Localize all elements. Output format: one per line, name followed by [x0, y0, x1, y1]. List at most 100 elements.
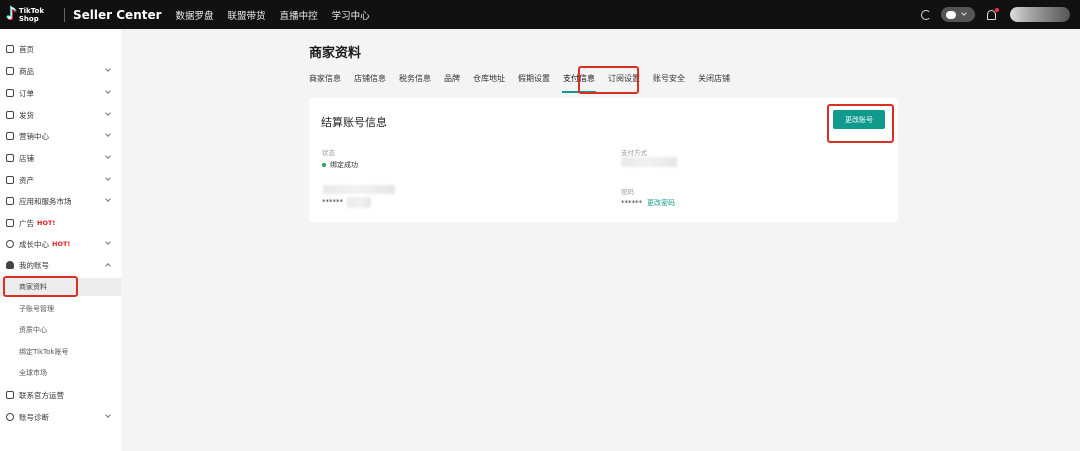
sidebar-item-label: 应用和服务市场	[19, 196, 72, 206]
notification-dot	[995, 7, 999, 12]
highlight-box-tab	[578, 66, 639, 94]
sidebar-item-contact-operations[interactable]: 联系官方运营	[0, 386, 121, 404]
sidebar-item-label: 广告	[19, 218, 34, 228]
sidebar-item-label: 联系官方运营	[19, 390, 64, 400]
sidebar-item-my-account[interactable]: 我的账号	[0, 256, 121, 274]
sidebar-item-ads[interactable]: 广告 HOT!	[0, 214, 121, 232]
sidebar-item-store[interactable]: 店铺	[0, 149, 121, 167]
seller-center-title: Seller Center	[73, 7, 162, 22]
top-nav: 数据罗盘 联盟带货 直播中控 学习中心	[176, 8, 384, 22]
sidebar-item-account-diagnosis[interactable]: 账号诊断	[0, 408, 121, 426]
logo-text-line1: TikTok	[18, 6, 44, 15]
chevron-down-icon	[105, 110, 111, 116]
sidebar-subitem-sub-accounts[interactable]: 子账号管理	[0, 300, 121, 318]
sidebar-item-products[interactable]: 商品	[0, 62, 121, 80]
refresh-icon[interactable]	[921, 9, 931, 20]
tiktok-shop-logo[interactable]: ♪ TikTok Shop	[6, 6, 60, 23]
chevron-up-icon	[105, 263, 111, 269]
sidebar-item-label: 发货	[19, 110, 34, 120]
payment-method-label: 支付方式	[621, 149, 647, 157]
sidebar-subitem-global-market[interactable]: 全球市场	[0, 364, 121, 382]
marketing-icon	[6, 132, 14, 140]
sidebar-item-label: 订单	[19, 88, 34, 98]
card-title: 结算账号信息	[321, 116, 387, 129]
sidebar-item-label: 营销中心	[19, 131, 49, 141]
hot-badge: HOT!	[37, 219, 56, 227]
tab-holiday-settings[interactable]: 假期设置	[518, 73, 550, 89]
growth-icon	[6, 240, 14, 248]
topbar-divider	[64, 7, 65, 22]
password-label: 密码	[621, 188, 634, 196]
apps-icon	[6, 197, 14, 205]
order-icon	[6, 89, 14, 97]
status-value: 绑定成功	[322, 160, 358, 170]
password-value: ****** 更改密码	[621, 198, 675, 208]
tab-brand[interactable]: 品牌	[444, 73, 460, 89]
sidebar-item-label: 成长中心	[19, 239, 49, 249]
shipping-icon	[6, 111, 14, 119]
chat-icon	[946, 10, 956, 19]
highlight-box-sidebar	[3, 276, 78, 297]
account-number: ******	[322, 198, 343, 206]
status-label: 状态	[322, 149, 335, 157]
chevron-down-icon	[105, 175, 111, 181]
chevron-down-icon	[105, 412, 111, 418]
sidebar: 首页 商品 订单 发货 营销中心 店铺 资产 应用和服务市场 广告 HOT! 成…	[0, 29, 121, 451]
redacted-account-name	[323, 185, 395, 194]
tab-store-info[interactable]: 店铺信息	[354, 73, 386, 89]
tab-merchant-info[interactable]: 商家信息	[309, 73, 341, 89]
wallet-icon	[6, 176, 14, 184]
status-text: 绑定成功	[330, 161, 358, 169]
sidebar-subitem-qualification[interactable]: 资质中心	[0, 321, 121, 339]
sidebar-item-label: 我的账号	[19, 260, 49, 270]
redacted-payment-method	[621, 157, 677, 167]
bell-icon[interactable]	[987, 7, 999, 20]
tab-account-security[interactable]: 账号安全	[653, 73, 685, 89]
sidebar-item-shipping[interactable]: 发货	[0, 106, 121, 124]
top-nav-learning-center[interactable]: 学习中心	[332, 8, 370, 22]
top-nav-affiliate[interactable]: 联盟带货	[228, 8, 266, 22]
hot-badge: HOT!	[52, 240, 71, 248]
account-masked: ******	[322, 198, 343, 206]
top-nav-data-compass[interactable]: 数据罗盘	[176, 8, 214, 22]
user-icon	[6, 261, 14, 269]
chevron-down-icon	[105, 88, 111, 94]
sidebar-item-label: 商品	[19, 66, 34, 76]
chevron-down-icon	[961, 10, 967, 16]
sidebar-item-label: 首页	[19, 44, 34, 54]
logo-text-line2: Shop	[18, 14, 39, 23]
password-masked: ******	[621, 199, 642, 207]
chevron-down-icon	[105, 153, 111, 159]
top-nav-live-control[interactable]: 直播中控	[280, 8, 318, 22]
store-icon	[6, 154, 14, 162]
sidebar-item-orders[interactable]: 订单	[0, 84, 121, 102]
sidebar-item-label: 账号诊断	[19, 412, 49, 422]
tab-close-store[interactable]: 关闭店铺	[698, 73, 730, 89]
highlight-box-button	[827, 104, 894, 143]
product-icon	[6, 67, 14, 75]
sidebar-item-assets[interactable]: 资产	[0, 171, 121, 189]
sidebar-item-label: 店铺	[19, 153, 34, 163]
diagnosis-icon	[6, 413, 14, 421]
chevron-down-icon	[105, 196, 111, 202]
ad-icon	[6, 219, 14, 227]
sidebar-item-growth-center[interactable]: 成长中心 HOT!	[0, 235, 121, 253]
account-avatar[interactable]	[1010, 7, 1070, 22]
chevron-down-icon	[105, 66, 111, 72]
tab-tax-info[interactable]: 税务信息	[399, 73, 431, 89]
top-right-tools	[921, 0, 1080, 29]
chevron-down-icon	[105, 131, 111, 137]
sidebar-subitem-bind-tiktok[interactable]: 绑定TikTok账号	[0, 343, 121, 361]
top-bar: ♪ TikTok Shop Seller Center 数据罗盘 联盟带货 直播…	[0, 0, 1080, 29]
change-password-link[interactable]: 更改密码	[647, 198, 675, 208]
sidebar-item-app-market[interactable]: 应用和服务市场	[0, 192, 121, 210]
sidebar-item-home[interactable]: 首页	[0, 40, 121, 58]
page-title: 商家资料	[309, 46, 362, 61]
tab-warehouse-address[interactable]: 仓库地址	[473, 73, 505, 89]
sidebar-item-marketing[interactable]: 营销中心	[0, 127, 121, 145]
sidebar-item-label: 资产	[19, 175, 34, 185]
contact-icon	[6, 391, 14, 399]
chat-button[interactable]	[941, 7, 975, 22]
settlement-account-card: 结算账号信息 更改账号 状态 绑定成功 ****** 支付方式 密码 *****…	[309, 98, 898, 222]
redacted-account-tail	[347, 197, 371, 208]
